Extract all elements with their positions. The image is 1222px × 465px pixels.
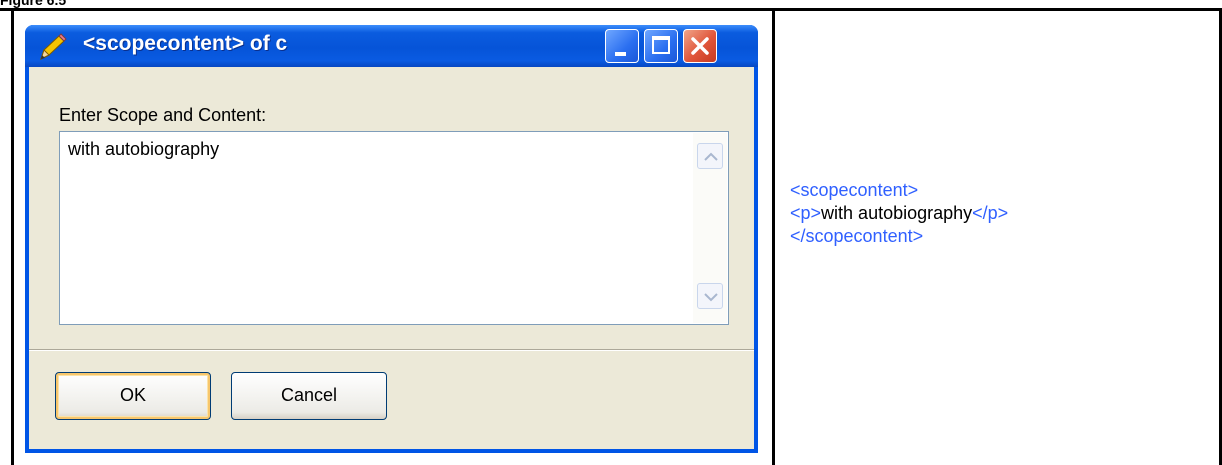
scopecontent-close-tag: </scopecontent> [790,226,924,246]
code-line-1: <scopecontent> [790,179,1008,202]
dialog-client-area: Enter Scope and Content: with autobiogra… [29,67,754,449]
scopecontent-open-tag: <scopecontent> [790,180,919,200]
cancel-button[interactable]: Cancel [231,372,387,420]
code-line-2: <p>with autobiography</p> [790,202,1008,225]
window-title: <scopecontent> of c [83,32,288,55]
vertical-scrollbar[interactable] [693,133,727,323]
frame-left-border [11,11,14,465]
xml-code-block: <scopecontent> <p>with autobiography</p>… [790,179,1008,248]
p-content: with autobiography [821,203,973,223]
figure-frame: <scopecontent> of c Enter Scope and Cont… [0,8,1222,465]
frame-column-divider [772,11,775,465]
textarea-value: with autobiography [68,139,220,159]
chevron-down-icon [704,293,718,302]
ok-button[interactable]: OK [55,372,211,420]
figure-caption: Figure 6.5 [0,0,67,8]
maximize-button[interactable] [644,29,678,63]
p-open-tag: <p> [790,203,822,223]
pencil-icon [40,33,67,60]
chevron-up-icon [704,152,718,161]
scopecontent-dialog: <scopecontent> of c Enter Scope and Cont… [25,25,758,453]
title-bar[interactable]: <scopecontent> of c [25,25,758,67]
minimize-button[interactable] [605,29,639,63]
close-button[interactable] [683,29,717,63]
scroll-down-button[interactable] [697,283,723,309]
p-close-tag: </p> [972,203,1009,223]
scope-content-label: Enter Scope and Content: [59,105,267,125]
button-divider [29,349,754,351]
code-line-3: </scopecontent> [790,225,1008,248]
close-icon [691,37,709,55]
scroll-up-button[interactable] [697,143,723,169]
scope-content-textarea[interactable]: with autobiography [59,131,729,325]
